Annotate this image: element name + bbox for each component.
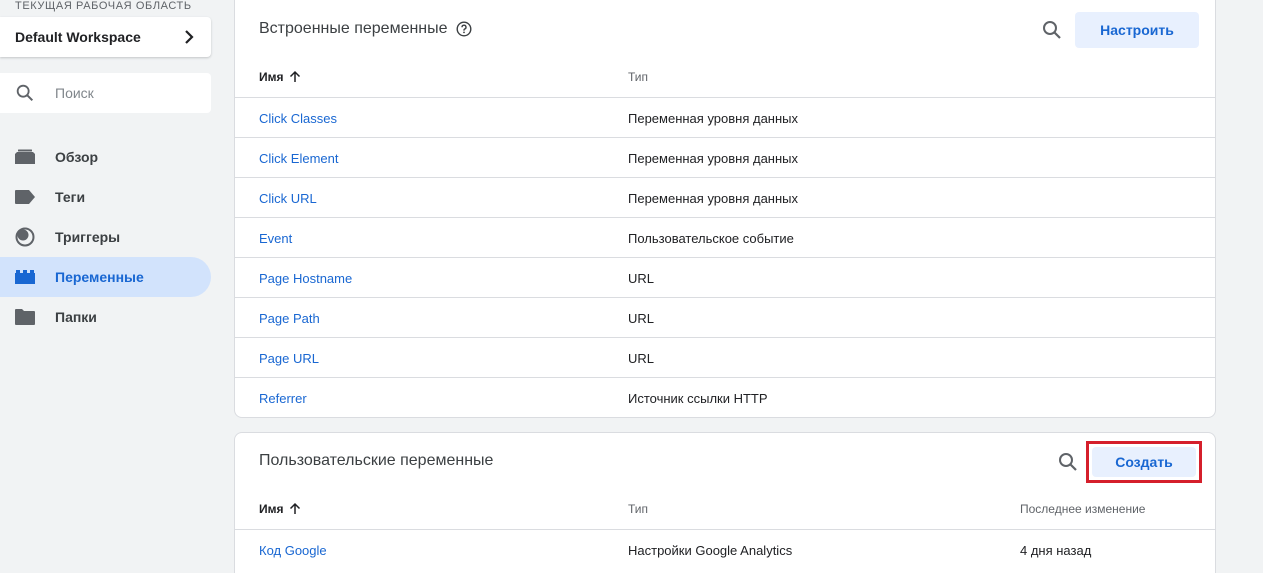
sidebar-item-overview[interactable]: Обзор (0, 137, 211, 177)
sidebar-item-folders[interactable]: Папки (0, 297, 211, 337)
search-icon[interactable] (1040, 18, 1064, 42)
sidebar-item-triggers[interactable]: Триггеры (0, 217, 211, 257)
variable-type: Настройки Google Analytics (628, 543, 793, 558)
column-header-type: Тип (628, 502, 648, 516)
variable-name-link[interactable]: Page Path (259, 311, 320, 326)
variable-name-link[interactable]: Page URL (259, 351, 319, 366)
arrow-up-icon (289, 70, 300, 82)
trigger-icon (15, 227, 35, 247)
variable-type: URL (628, 351, 655, 366)
sidebar-item-label: Теги (55, 189, 86, 205)
sidebar-item-tags[interactable]: Теги (0, 177, 211, 217)
variable-name-link[interactable]: Click Element (259, 151, 338, 166)
sidebar-item-label: Папки (55, 309, 97, 325)
sidebar-item-variables[interactable]: Переменные (0, 257, 211, 297)
sidebar-search[interactable] (0, 73, 211, 113)
folder-icon (15, 307, 35, 327)
table-row: Click URL Переменная уровня данных (235, 177, 1215, 217)
table-row: Click Element Переменная уровня данных (235, 137, 1215, 177)
column-header-name[interactable]: Имя (259, 502, 302, 516)
help-icon[interactable] (456, 21, 472, 37)
sidebar-nav: Обзор Теги Триггеры Переменные Папки (0, 137, 211, 337)
overview-icon (15, 147, 35, 167)
column-header-label: Имя (259, 70, 284, 84)
configure-button[interactable]: Настроить (1075, 12, 1199, 48)
variables-icon (15, 267, 35, 287)
user-variables-card: Пользовательские переменные Создать Имя … (234, 432, 1216, 573)
variable-name-link[interactable]: Click Classes (259, 111, 337, 126)
builtin-variables-card: Встроенные переменные Настроить Имя Тип … (234, 0, 1216, 418)
tag-icon (15, 187, 35, 207)
column-header-type: Тип (628, 70, 648, 84)
chevron-right-icon (185, 30, 194, 44)
variable-name-link[interactable]: Click URL (259, 191, 317, 206)
variable-modified: 4 дня назад (1020, 543, 1092, 558)
variable-type: URL (628, 311, 655, 326)
workspace-name: Default Workspace (15, 29, 141, 45)
workspace-selector[interactable]: Default Workspace (0, 17, 211, 57)
search-input[interactable] (55, 85, 195, 101)
table-row: Page URL URL (235, 337, 1215, 377)
sidebar: ТЕКУЩАЯ РАБОЧАЯ ОБЛАСТЬ Default Workspac… (0, 0, 222, 573)
arrow-up-icon (289, 502, 300, 514)
variable-type: URL (628, 271, 655, 286)
variable-name-link[interactable]: Page Hostname (259, 271, 352, 286)
variable-type: Переменная уровня данных (628, 191, 799, 206)
column-header-modified: Последнее изменение (1020, 502, 1145, 516)
sidebar-item-label: Переменные (55, 269, 144, 285)
column-header-label: Тип (628, 502, 649, 516)
variable-type: Пользовательское событие (628, 231, 794, 246)
table-row: Referrer Источник ссылки HTTP (235, 377, 1215, 417)
search-icon[interactable] (1056, 450, 1080, 474)
card-title-text: Встроенные переменные (259, 20, 448, 37)
table-row: Event Пользовательское событие (235, 217, 1215, 257)
variable-name-link[interactable]: Код Google (259, 543, 327, 558)
column-header-name[interactable]: Имя (259, 70, 302, 84)
table-row: Click Classes Переменная уровня данных (235, 97, 1215, 137)
card-title-text: Пользовательские переменные (259, 452, 494, 469)
sidebar-item-label: Триггеры (55, 229, 121, 245)
table-row: Page Path URL (235, 297, 1215, 337)
create-button-highlight: Создать (1086, 441, 1202, 483)
variable-type: Переменная уровня данных (628, 151, 799, 166)
variable-type: Источник ссылки HTTP (628, 391, 768, 406)
column-header-label: Последнее изменение (1020, 502, 1146, 516)
sidebar-item-label: Обзор (55, 149, 99, 165)
search-icon (16, 84, 34, 102)
builtin-variables-title: Встроенные переменные (259, 20, 472, 38)
workspace-label: ТЕКУЩАЯ РАБОЧАЯ ОБЛАСТЬ (15, 0, 192, 12)
table-row: Page Hostname URL (235, 257, 1215, 297)
variable-type: Переменная уровня данных (628, 111, 799, 126)
create-button[interactable]: Создать (1092, 447, 1196, 477)
column-header-label: Тип (628, 70, 649, 84)
table-row: Код Google Настройки Google Analytics 4 … (235, 529, 1215, 569)
user-variables-title: Пользовательские переменные (259, 452, 493, 470)
variable-name-link[interactable]: Event (259, 231, 292, 246)
variable-name-link[interactable]: Referrer (259, 391, 307, 406)
column-header-label: Имя (259, 502, 284, 516)
